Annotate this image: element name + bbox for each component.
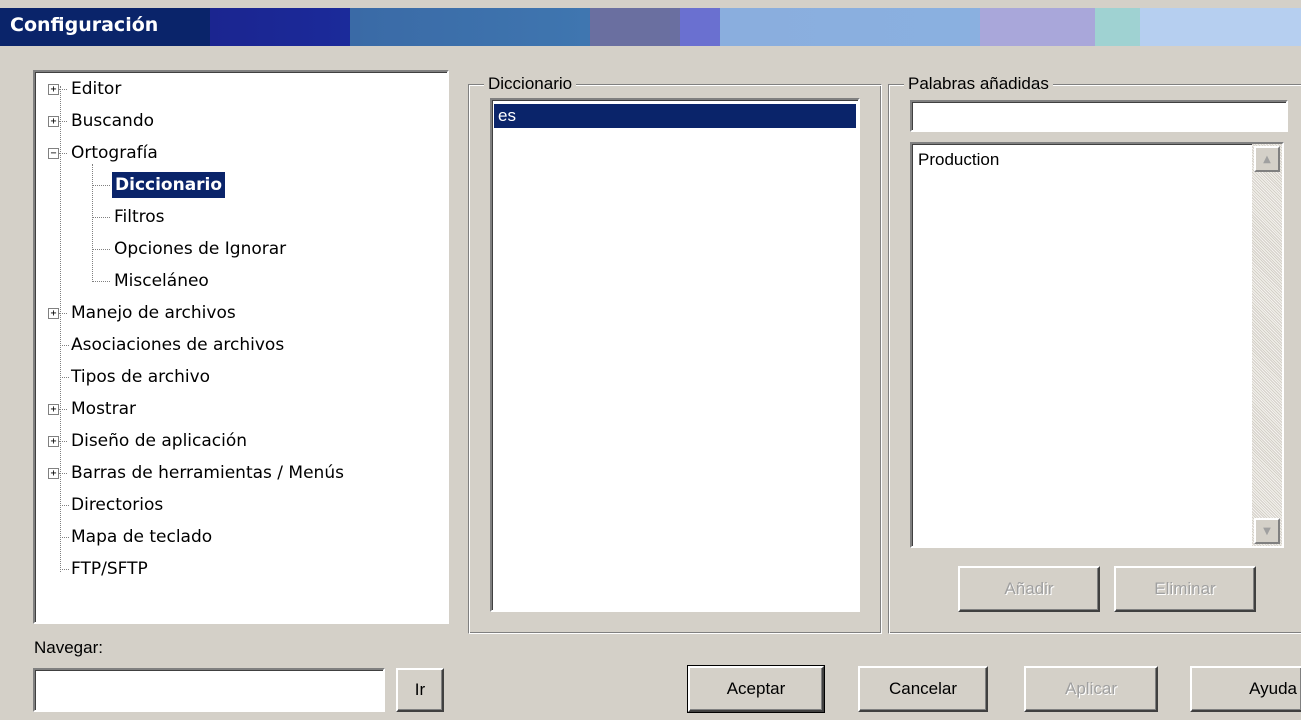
tree-line <box>59 121 67 122</box>
tree-item-label: Barras de herramientas / Menús <box>71 463 344 483</box>
tree-line <box>92 249 110 250</box>
apply-button[interactable]: Aplicar <box>1024 666 1158 712</box>
tree-item-label: Mostrar <box>71 399 136 419</box>
tree-item-label: Directorios <box>71 495 164 515</box>
dictionary-list[interactable]: es <box>490 98 860 612</box>
tree-item-label: FTP/SFTP <box>71 559 148 579</box>
tree-line <box>60 505 69 506</box>
tree-line <box>59 473 67 474</box>
scroll-up-icon[interactable]: ▲ <box>1254 146 1280 172</box>
tree-line <box>92 281 110 282</box>
remove-word-button[interactable]: Eliminar <box>1114 566 1256 612</box>
window-title: Configuración <box>10 14 159 36</box>
dictionary-legend: Diccionario <box>484 74 577 94</box>
added-words-list[interactable]: Production ▲ ▼ <box>910 142 1284 548</box>
vertical-scrollbar[interactable]: ▲ ▼ <box>1252 144 1282 546</box>
tree-line <box>60 537 69 538</box>
tree-line <box>60 377 69 378</box>
tree-line <box>92 164 93 280</box>
scroll-down-icon[interactable]: ▼ <box>1254 518 1280 544</box>
cancel-button[interactable]: Cancelar <box>858 666 988 712</box>
help-button[interactable]: Ayuda <box>1190 666 1301 712</box>
expand-icon[interactable]: + <box>48 116 59 127</box>
collapse-icon[interactable]: − <box>48 148 59 159</box>
tree-item-label: Manejo de archivos <box>71 303 236 323</box>
tree-item-label: Asociaciones de archivos <box>71 335 285 355</box>
tree-item-label: Tipos de archivo <box>71 367 211 387</box>
expand-icon[interactable]: + <box>48 468 59 479</box>
tree-item-label: Misceláneo <box>114 271 209 291</box>
list-item[interactable]: es <box>494 104 856 128</box>
expand-icon[interactable]: + <box>48 84 59 95</box>
settings-tree[interactable]: + Editor + Buscando − Ortografía Diccion… <box>33 70 449 624</box>
tree-item-label: Filtros <box>114 207 165 227</box>
tree-line <box>59 153 67 154</box>
add-word-button[interactable]: Añadir <box>958 566 1100 612</box>
added-word-input[interactable] <box>910 100 1288 132</box>
expand-icon[interactable]: + <box>48 308 59 319</box>
tree-line <box>60 86 61 572</box>
added-words-legend: Palabras añadidas <box>904 74 1053 94</box>
tree-item-label: Editor <box>71 79 122 99</box>
tree-line <box>92 185 110 186</box>
list-item[interactable]: Production <box>914 148 1248 172</box>
title-bar[interactable]: Configuración <box>0 8 1301 46</box>
navigate-label: Navegar: <box>34 638 103 657</box>
tree-item-label: Ortografía <box>71 143 158 163</box>
tree-item-label: Diseño de aplicación <box>71 431 248 451</box>
tree-item-label: Opciones de Ignorar <box>114 239 287 259</box>
tree-item-label: Buscando <box>71 111 155 131</box>
go-button[interactable]: Ir <box>396 668 444 712</box>
configuration-dialog: Configuración + Editor + Buscando − Orto… <box>0 0 1301 720</box>
tree-line <box>59 89 67 90</box>
navigate-input[interactable] <box>33 668 385 712</box>
tree-line <box>60 569 69 570</box>
tree-line <box>59 313 67 314</box>
expand-icon[interactable]: + <box>48 404 59 415</box>
tree-line <box>60 345 69 346</box>
tree-item-label: Mapa de teclado <box>71 527 213 547</box>
tree-line <box>59 441 67 442</box>
tree-line <box>92 217 110 218</box>
tree-line <box>59 409 67 410</box>
ok-button[interactable]: Aceptar <box>687 665 825 713</box>
expand-icon[interactable]: + <box>48 436 59 447</box>
tree-item-label: Diccionario <box>110 171 227 199</box>
